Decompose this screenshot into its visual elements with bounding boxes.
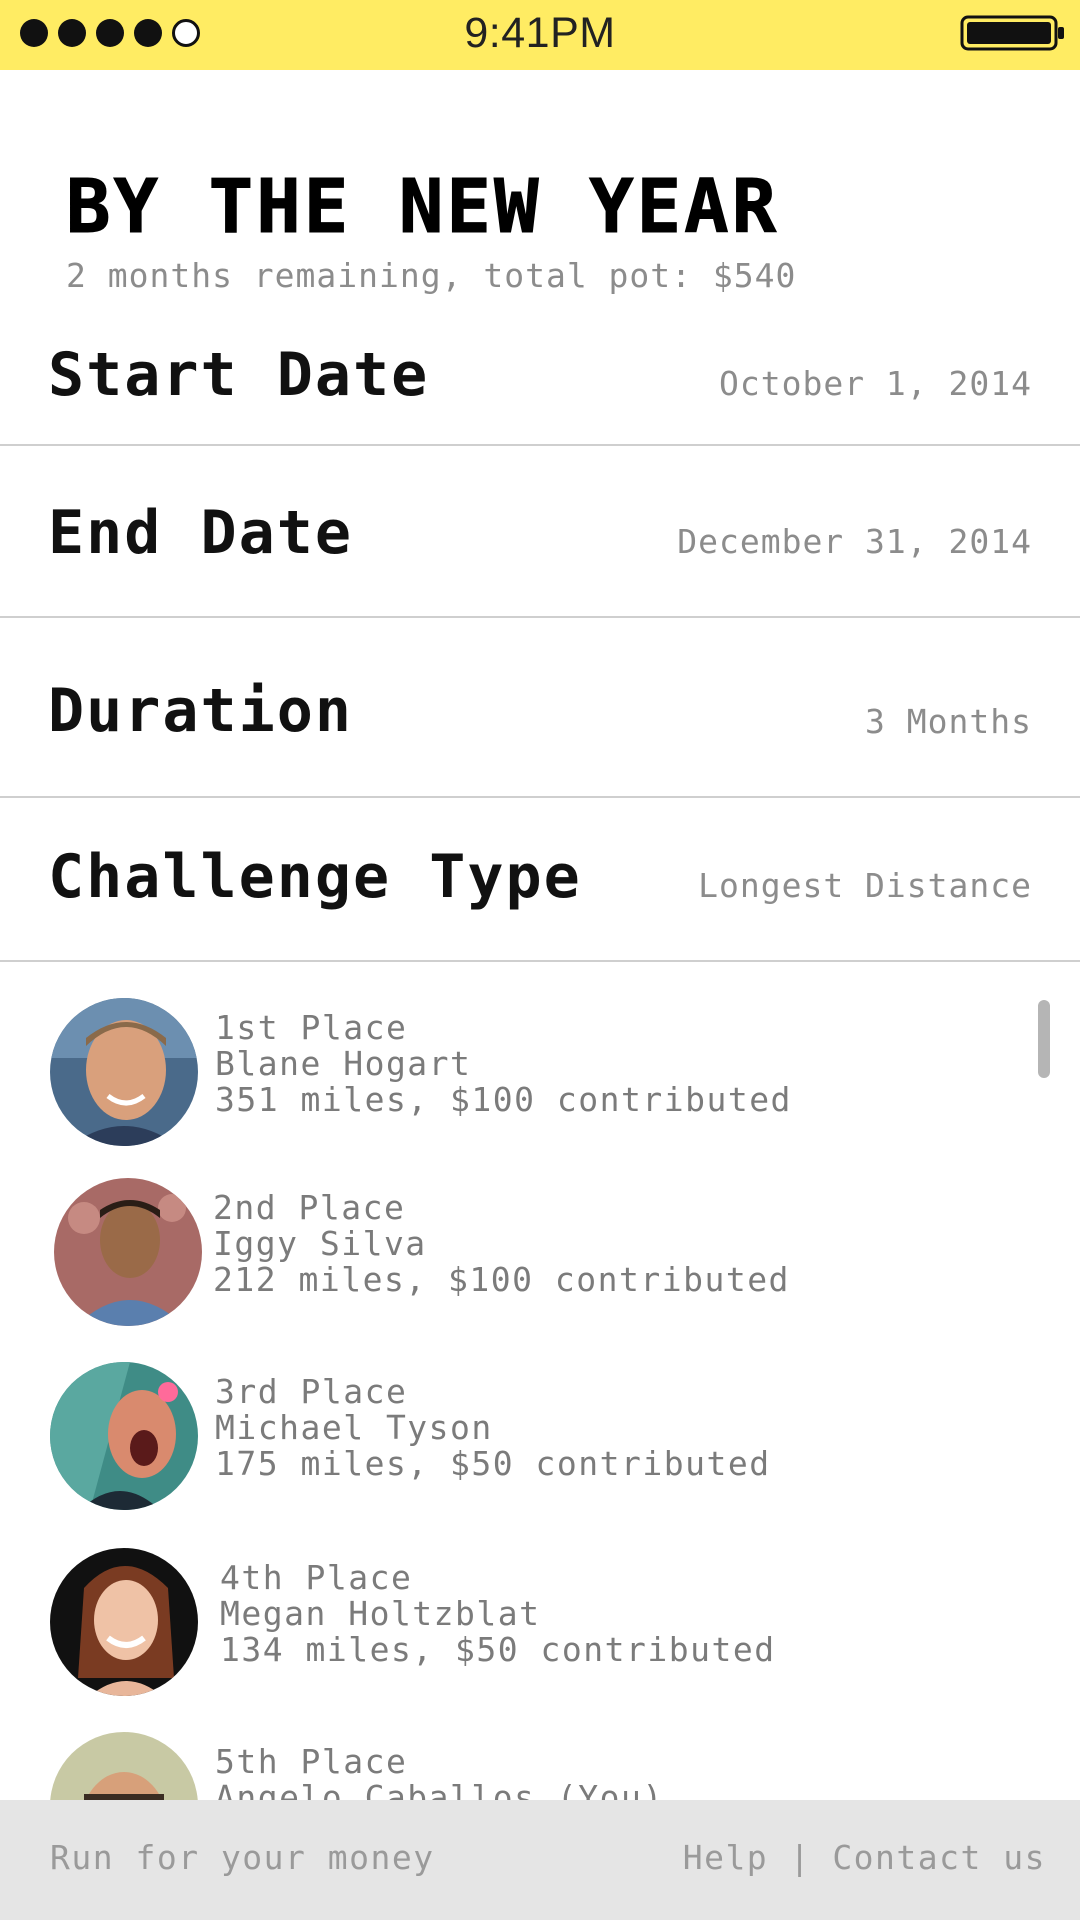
entry-place: 3rd Place — [215, 1372, 408, 1411]
status-bar: 9:41PM — [0, 0, 1080, 70]
entry-place: 2nd Place — [213, 1188, 406, 1227]
avatar-photo-4 — [50, 1548, 198, 1696]
leaderboard-entry[interactable]: 5th Place Angelo Caballos (You) — [50, 1732, 1030, 1800]
entry-name: Megan Holtzblat — [220, 1594, 541, 1633]
entry-text: 1st Place Blane Hogart 351 miles, $100 c… — [215, 1010, 792, 1118]
detail-row-challenge-type[interactable]: Challenge Type Longest Distance — [0, 798, 1080, 962]
detail-value: December 31, 2014 — [677, 522, 1032, 561]
avatar — [50, 1362, 198, 1510]
entry-stats: 134 miles, $50 contributed — [220, 1630, 776, 1669]
entry-text: 4th Place Megan Holtzblat 134 miles, $50… — [220, 1560, 776, 1668]
leaderboard-entry[interactable]: 1st Place Blane Hogart 351 miles, $100 c… — [50, 998, 1030, 1148]
detail-value: October 1, 2014 — [718, 364, 1032, 403]
avatar-photo-2 — [54, 1178, 202, 1326]
avatar-photo-1 — [50, 998, 198, 1146]
page-title: BY THE NEW YEAR — [65, 164, 780, 250]
footer-separator: | — [789, 1838, 811, 1877]
help-link[interactable]: Help — [683, 1838, 768, 1877]
entry-name: Iggy Silva — [213, 1224, 427, 1263]
contact-us-link[interactable]: Contact us — [832, 1838, 1046, 1877]
detail-label: End Date — [48, 498, 353, 568]
entry-stats: 175 miles, $50 contributed — [215, 1444, 771, 1483]
app-screen: 9:41PM BY THE NEW YEAR 2 months remainin… — [0, 0, 1080, 1920]
entry-text: 2nd Place Iggy Silva 212 miles, $100 con… — [213, 1190, 790, 1298]
leaderboard-entry[interactable]: 4th Place Megan Holtzblat 134 miles, $50… — [50, 1548, 1030, 1698]
scrollbar[interactable] — [1038, 1000, 1050, 1078]
avatar — [50, 1732, 198, 1800]
entry-stats: 351 miles, $100 contributed — [215, 1080, 792, 1119]
footer-links: Help | Contact us — [683, 1838, 1046, 1877]
leaderboard-list[interactable]: 1st Place Blane Hogart 351 miles, $100 c… — [0, 964, 1080, 1800]
entry-place: 4th Place — [220, 1558, 413, 1597]
footer: Run for your money Help | Contact us — [0, 1800, 1080, 1920]
avatar — [54, 1178, 202, 1326]
entry-text: 3rd Place Michael Tyson 175 miles, $50 c… — [215, 1374, 771, 1482]
detail-row-end-date[interactable]: End Date December 31, 2014 — [0, 446, 1080, 618]
detail-label: Duration — [48, 676, 353, 746]
detail-label: Start Date — [48, 340, 430, 410]
status-time: 9:41PM — [464, 9, 616, 57]
entry-place: 5th Place — [215, 1742, 408, 1781]
detail-row-start-date[interactable]: Start Date October 1, 2014 — [0, 320, 1080, 446]
entry-name: Blane Hogart — [215, 1044, 472, 1083]
detail-row-duration[interactable]: Duration 3 Months — [0, 618, 1080, 798]
leaderboard-entry[interactable]: 2nd Place Iggy Silva 212 miles, $100 con… — [50, 1178, 1030, 1328]
avatar-photo-3 — [50, 1362, 198, 1510]
detail-value: 3 Months — [865, 702, 1032, 741]
detail-label: Challenge Type — [48, 842, 582, 912]
detail-value: Longest Distance — [698, 866, 1032, 905]
entry-text: 5th Place Angelo Caballos (You) — [215, 1742, 664, 1801]
entry-stats: 212 miles, $100 contributed — [213, 1260, 790, 1299]
entry-name: Michael Tyson — [215, 1408, 493, 1447]
entry-place: 1st Place — [215, 1008, 408, 1047]
footer-tagline: Run for your money — [50, 1838, 435, 1877]
battery-icon — [960, 15, 1064, 51]
avatar — [50, 998, 198, 1146]
avatar — [50, 1548, 198, 1696]
leaderboard-entry[interactable]: 3rd Place Michael Tyson 175 miles, $50 c… — [50, 1362, 1030, 1512]
page-subtitle: 2 months remaining, total pot: $540 — [66, 256, 797, 295]
avatar-photo-5 — [50, 1732, 198, 1800]
entry-name: Angelo Caballos (You) — [215, 1778, 664, 1801]
